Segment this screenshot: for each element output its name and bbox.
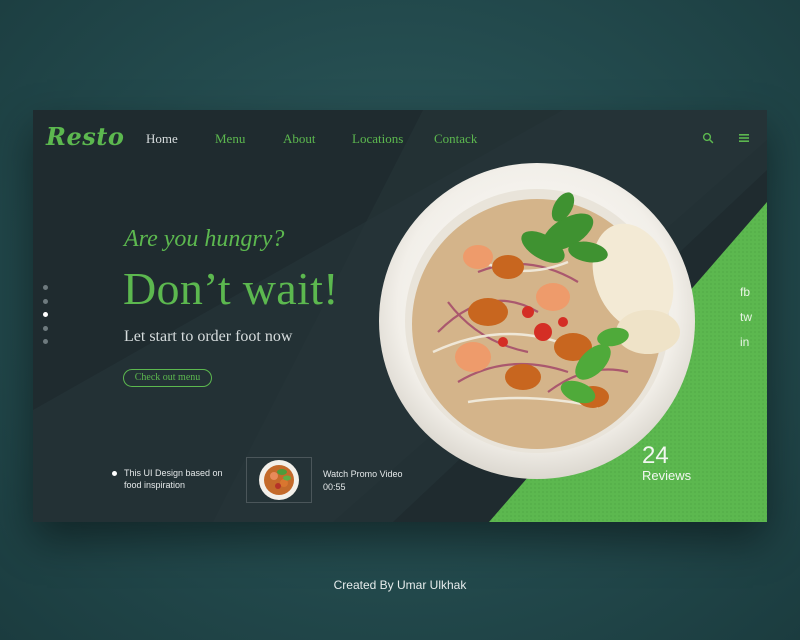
hero-headline: Don’t wait! [123,263,339,314]
hero-subline: Let start to order foot now [124,328,293,345]
hero-card: Resto Home Menu About Locations Contack … [33,110,767,522]
facebook-link[interactable]: fb [740,285,752,300]
linkedin-link[interactable]: in [740,335,752,350]
social-links: fb tw in [740,285,752,360]
slider-dot-active[interactable] [43,312,48,317]
slider-dot[interactable] [43,339,48,344]
nav-item-about[interactable]: About [283,131,316,147]
logo[interactable]: Resto [46,122,124,151]
mini-plate-image [259,460,299,500]
nav-item-home[interactable]: Home [146,131,178,147]
check-out-menu-button[interactable]: Check out menu [123,369,212,387]
hero-tagline: Are you hungry? [124,226,285,252]
slider-dot[interactable] [43,298,48,304]
search-icon[interactable] [702,132,714,144]
slider-dots [43,285,48,353]
nav-item-locations[interactable]: Locations [352,131,403,147]
reviews-label: Reviews [642,468,692,483]
food-plate-image [379,163,695,479]
slider-dot[interactable] [43,285,48,290]
reviews-count: 24 [642,442,669,469]
info-bullet [112,471,117,476]
credit-text: Created By Umar Ulkhak [333,578,467,592]
reviews-badge[interactable]: 24 Reviews [642,443,691,483]
menu-icon[interactable] [738,133,750,143]
promo-video-thumbnail[interactable] [246,457,312,503]
promo-duration: 00:55 [323,482,346,492]
twitter-link[interactable]: tw [740,310,752,325]
nav-item-menu[interactable]: Menu [215,131,245,147]
info-text: This UI Design based on food inspiration [124,468,223,490]
slider-dot[interactable] [43,325,48,331]
nav-item-contack[interactable]: Contack [434,131,477,147]
